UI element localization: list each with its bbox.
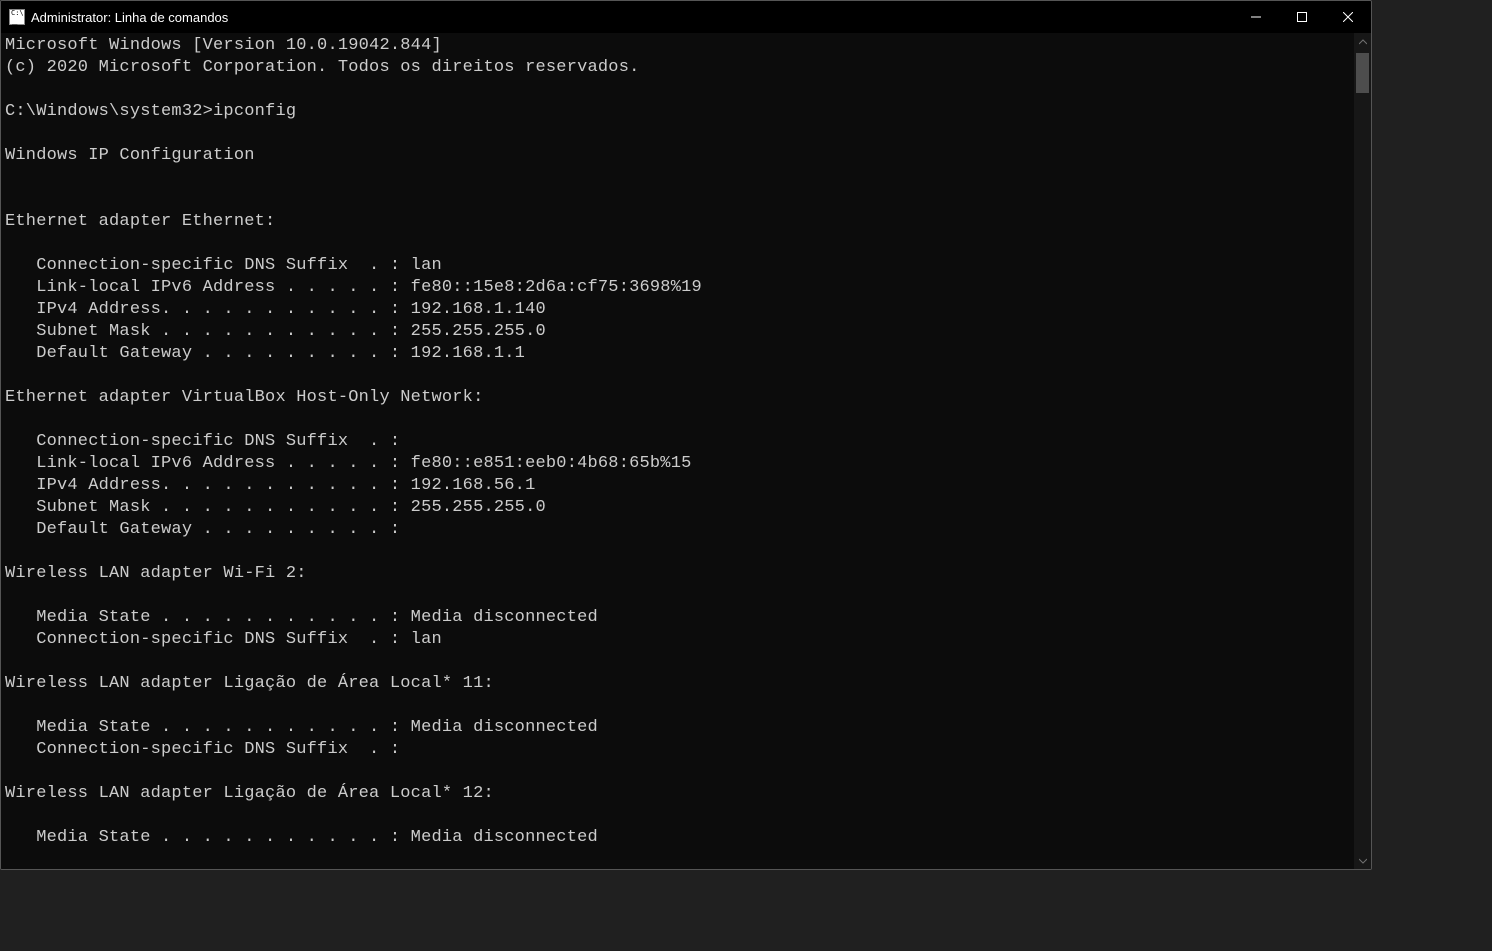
minimize-icon	[1251, 12, 1261, 22]
command-prompt-window: Administrator: Linha de comandos Microso…	[0, 0, 1372, 870]
chevron-up-icon	[1359, 38, 1367, 46]
maximize-icon	[1297, 12, 1307, 22]
close-icon	[1343, 12, 1353, 22]
scroll-up-button[interactable]	[1354, 33, 1371, 50]
scroll-down-button[interactable]	[1354, 852, 1371, 869]
close-button[interactable]	[1325, 1, 1371, 33]
chevron-down-icon	[1359, 857, 1367, 865]
client-area: Microsoft Windows [Version 10.0.19042.84…	[1, 33, 1371, 869]
minimize-button[interactable]	[1233, 1, 1279, 33]
terminal-output[interactable]: Microsoft Windows [Version 10.0.19042.84…	[1, 33, 1354, 869]
maximize-button[interactable]	[1279, 1, 1325, 33]
window-title: Administrator: Linha de comandos	[31, 10, 228, 25]
scroll-thumb[interactable]	[1356, 53, 1369, 93]
cmd-icon	[9, 9, 25, 25]
vertical-scrollbar[interactable]	[1354, 33, 1371, 869]
titlebar[interactable]: Administrator: Linha de comandos	[1, 1, 1371, 34]
